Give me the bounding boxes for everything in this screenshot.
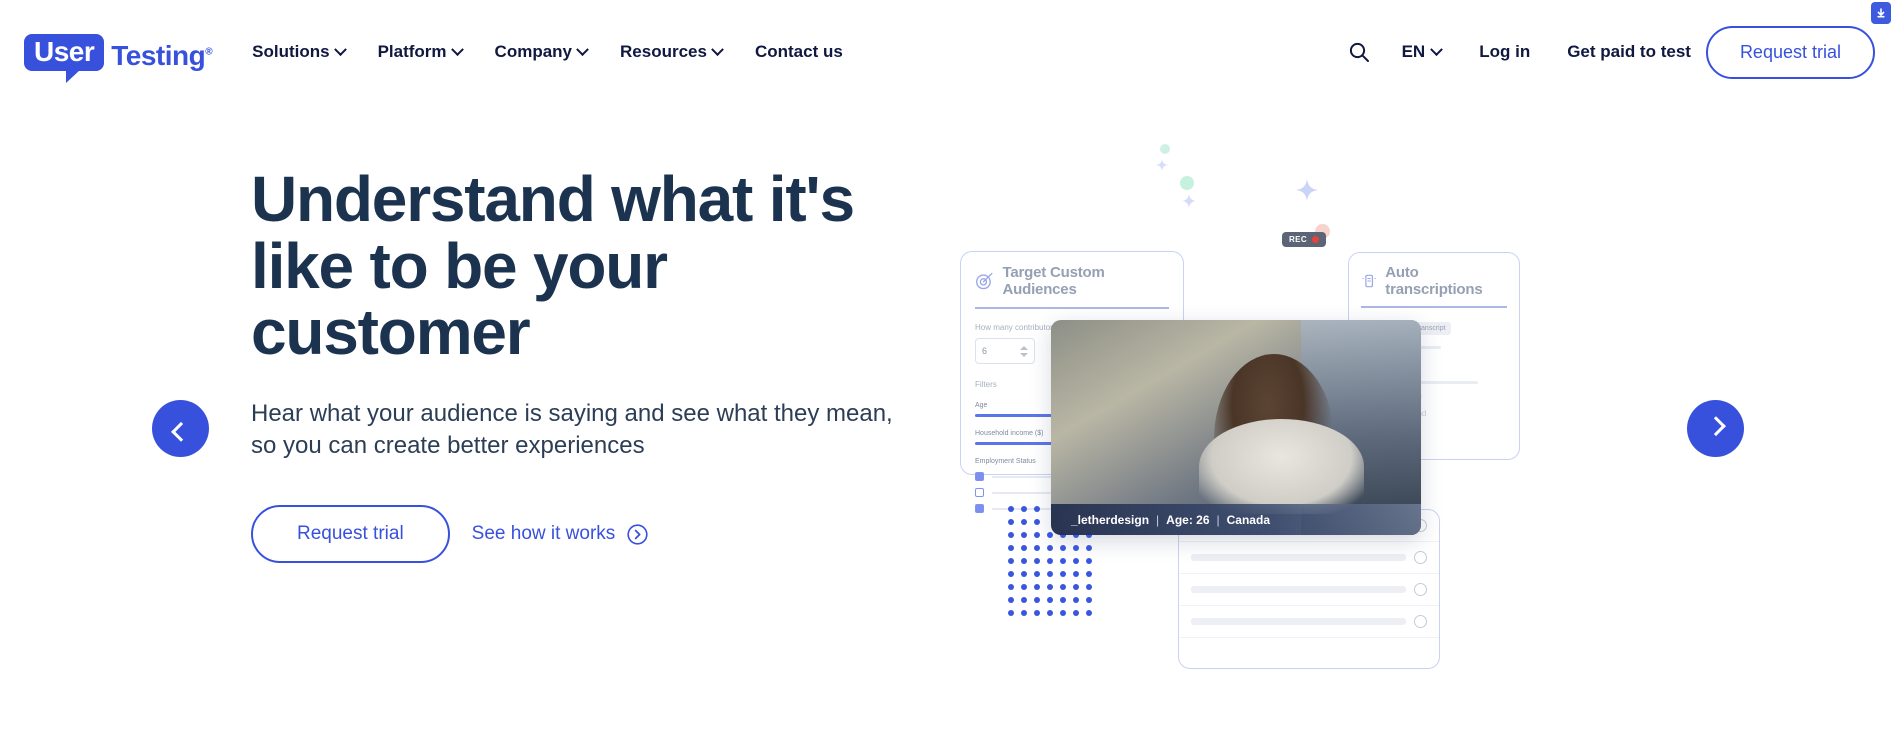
card-title: Target Custom Audiences xyxy=(1002,264,1105,298)
header-utilities: EN Log in Get paid to test Request trial xyxy=(1342,25,1897,79)
chevron-down-icon xyxy=(450,42,464,56)
nav-label: Contact us xyxy=(754,42,843,61)
card-header: Target Custom Audiences xyxy=(975,264,1169,298)
chevron-right-icon xyxy=(1705,415,1726,436)
header-request-trial-button[interactable]: Request trial xyxy=(1705,25,1875,79)
participant-age: Age: 26 xyxy=(1166,512,1210,527)
chevron-down-icon xyxy=(576,42,589,56)
target-icon xyxy=(976,272,993,290)
record-dot-icon xyxy=(1312,236,1320,243)
video-caption: _letherdesign | Age: 26 | Canada xyxy=(1051,504,1421,535)
participant-username: _letherdesign xyxy=(1071,512,1150,527)
circle-chevron-right-icon xyxy=(627,524,648,545)
card-divider xyxy=(1361,306,1507,308)
sentiment-face-icon xyxy=(1414,615,1427,628)
language-selector[interactable]: EN xyxy=(1401,42,1444,62)
hero-cta-row: Request trial See how it works xyxy=(251,505,911,564)
sentiment-face-icon xyxy=(1414,583,1427,596)
nav-label: Company xyxy=(494,42,573,61)
nav-item-platform[interactable]: Platform xyxy=(377,42,464,62)
see-how-it-works-label: See how it works xyxy=(471,523,616,545)
nav-label: Platform xyxy=(377,42,447,61)
logo-badge: User xyxy=(24,33,105,83)
analysis-bar xyxy=(1191,586,1406,593)
rec-label: REC xyxy=(1289,235,1308,244)
sparkle-icon xyxy=(1156,159,1168,171)
hero-copy: Understand what it's like to be your cus… xyxy=(251,163,911,564)
hero-illustration: Target Custom Audiences How many contrib… xyxy=(960,134,1660,694)
login-link[interactable]: Log in xyxy=(1479,42,1530,62)
search-icon xyxy=(1349,42,1369,62)
primary-nav: Solutions Platform Company Resources Con… xyxy=(252,42,843,62)
caption-separator: | xyxy=(1156,512,1160,527)
participant-country: Canada xyxy=(1226,512,1270,527)
nav-item-solutions[interactable]: Solutions xyxy=(252,42,347,62)
carousel-prev-button[interactable] xyxy=(152,400,209,457)
carousel-next-button[interactable] xyxy=(1687,400,1744,457)
language-label: EN xyxy=(1401,42,1426,61)
caption-separator: | xyxy=(1216,512,1220,527)
download-icon[interactable] xyxy=(1871,2,1891,24)
see-how-it-works-link[interactable]: See how it works xyxy=(472,523,649,545)
chevron-left-icon xyxy=(170,421,191,442)
sparkle-icon xyxy=(1296,179,1318,201)
get-paid-to-test-link[interactable]: Get paid to test xyxy=(1567,42,1691,62)
recording-badge: REC xyxy=(1282,232,1327,247)
nav-item-company[interactable]: Company xyxy=(494,42,589,62)
page-root: User Testing® Solutions Platform Company… xyxy=(0,0,1897,748)
sentiment-face-icon xyxy=(1414,551,1427,564)
card-divider xyxy=(975,307,1169,309)
decorative-circle-green xyxy=(1180,176,1194,190)
nav-label: Solutions xyxy=(252,42,330,61)
checkbox-icon xyxy=(975,472,984,481)
stepper-arrows-icon xyxy=(1020,345,1028,357)
analysis-row xyxy=(1179,542,1439,574)
hero-carousel: Understand what it's like to be your cus… xyxy=(0,104,1897,748)
page-title: Understand what it's like to be your cus… xyxy=(251,163,855,369)
analysis-row xyxy=(1179,606,1439,638)
search-button[interactable] xyxy=(1342,35,1376,69)
checkbox-icon xyxy=(975,504,984,513)
card-title: Auto transcriptions xyxy=(1385,264,1483,298)
hero-request-trial-button[interactable]: Request trial xyxy=(251,505,450,564)
session-video[interactable] xyxy=(1051,320,1421,535)
hero-subtitle: Hear what your audience is saying and se… xyxy=(251,399,893,459)
chevron-down-icon xyxy=(711,42,724,56)
nav-label: Resources xyxy=(620,42,707,61)
site-header: User Testing® Solutions Platform Company… xyxy=(0,0,1897,104)
checkbox-icon xyxy=(975,488,984,497)
card-header: Auto transcriptions xyxy=(1361,264,1507,298)
nav-item-contact-us[interactable]: Contact us xyxy=(755,42,843,62)
trademark-symbol: ® xyxy=(205,46,213,58)
logo-badge-text: User xyxy=(34,35,95,67)
mobile-transcript-icon xyxy=(1362,274,1376,288)
usertesting-logo[interactable]: User Testing® xyxy=(24,33,213,83)
nav-item-resources[interactable]: Resources xyxy=(620,42,724,62)
sparkle-icon xyxy=(1182,194,1196,208)
decorative-circle-teal xyxy=(1160,144,1170,154)
analysis-row xyxy=(1179,574,1439,606)
contributors-stepper[interactable]: 6 xyxy=(975,338,1035,364)
logo-wordmark: Testing® xyxy=(111,39,213,71)
chevron-down-icon xyxy=(1430,42,1444,56)
video-participant-body xyxy=(1199,418,1364,514)
analysis-bar xyxy=(1191,618,1406,625)
contributors-value: 6 xyxy=(982,346,988,356)
chevron-down-icon xyxy=(333,42,347,56)
analysis-bar xyxy=(1191,554,1406,561)
